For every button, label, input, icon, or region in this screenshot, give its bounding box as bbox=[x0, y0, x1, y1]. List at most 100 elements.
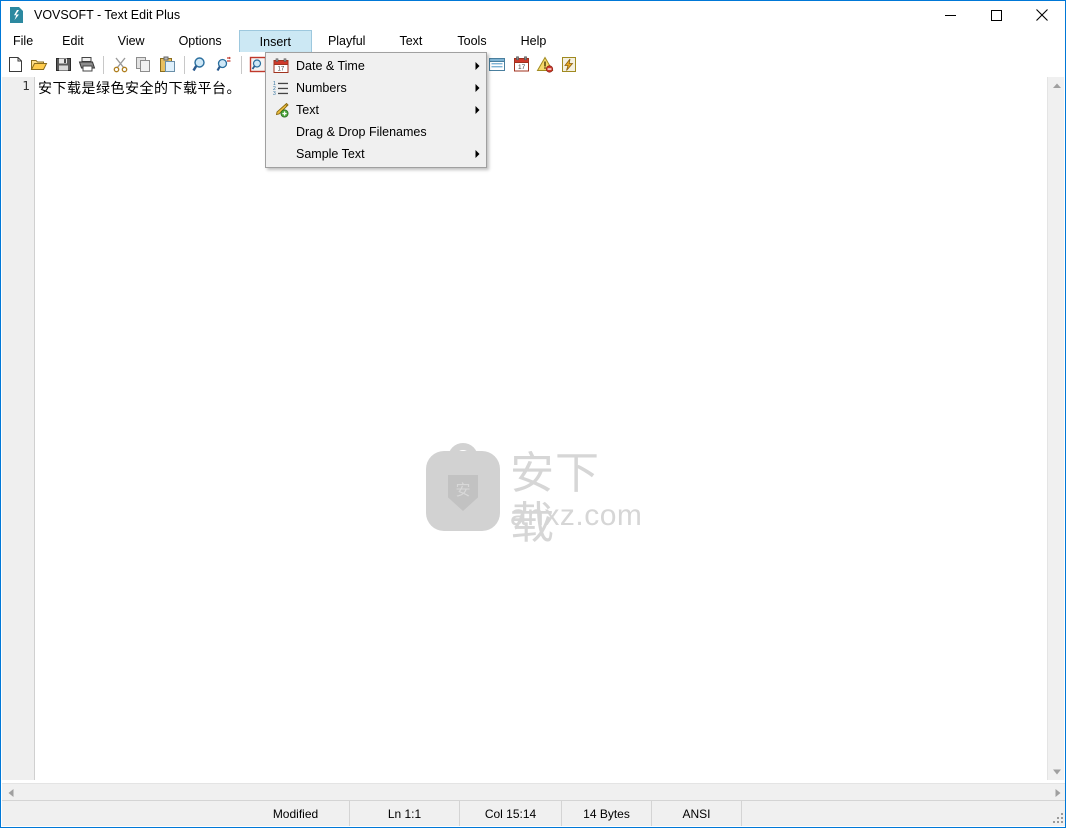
submenu-arrow-icon bbox=[468, 84, 486, 92]
watermark-chinese-text: 安下载 bbox=[510, 448, 600, 549]
svg-text:17: 17 bbox=[278, 67, 285, 73]
horizontal-scrollbar[interactable] bbox=[2, 783, 1065, 801]
toolbar: A a a A bbox=[1, 52, 1065, 77]
submenu-arrow-icon bbox=[468, 106, 486, 114]
svg-text:3: 3 bbox=[273, 91, 276, 96]
status-column: Col 15:14 bbox=[459, 801, 561, 826]
watermark-shield-icon bbox=[448, 475, 478, 511]
new-file-button[interactable] bbox=[3, 53, 27, 76]
new-file-icon bbox=[8, 57, 22, 72]
watermark-bag-handle bbox=[448, 443, 478, 469]
editor-content-line[interactable]: 安下载是绿色安全的下载平台。 bbox=[38, 78, 241, 98]
paste-button[interactable] bbox=[156, 53, 180, 76]
title-bar: VOVSOFT - Text Edit Plus bbox=[1, 1, 1065, 29]
menu-label: Tools bbox=[457, 34, 487, 48]
menu-label: Playful bbox=[327, 34, 366, 48]
menu-label: Edit bbox=[62, 34, 84, 48]
menu-label: Help bbox=[520, 34, 547, 48]
menu-label: Text bbox=[399, 34, 423, 48]
copy-button[interactable] bbox=[132, 53, 156, 76]
numbered-list-icon: 1 2 3 bbox=[266, 77, 296, 99]
menu-item-help[interactable]: Help bbox=[504, 30, 564, 52]
menu-option-label: Date & Time bbox=[296, 59, 365, 73]
save-disk-icon bbox=[55, 58, 71, 71]
menu-item-view[interactable]: View bbox=[101, 30, 162, 52]
lightning-icon bbox=[562, 57, 576, 72]
chevron-up-icon bbox=[1052, 83, 1061, 88]
submenu-arrow-icon bbox=[468, 62, 486, 70]
status-modified: Modified bbox=[272, 806, 319, 821]
open-folder-icon bbox=[30, 60, 48, 70]
line-number-gutter: 1 bbox=[2, 77, 35, 780]
resize-grip-icon[interactable] bbox=[1052, 812, 1064, 824]
no-icon bbox=[266, 143, 296, 165]
minimize-button[interactable] bbox=[927, 1, 973, 29]
menu-option-date-time[interactable]: 17 Date & Time bbox=[266, 55, 486, 77]
menu-option-numbers[interactable]: 1 2 3 Numbers bbox=[266, 77, 486, 99]
menu-item-options[interactable]: Options bbox=[162, 30, 239, 52]
watermark-domain-text: anxz.com bbox=[510, 499, 643, 532]
print-button[interactable] bbox=[75, 53, 99, 76]
menu-option-sample-text[interactable]: Sample Text bbox=[266, 143, 486, 165]
status-bar: Modified Ln 1:1 Col 15:14 14 Bytes ANSI bbox=[2, 800, 1065, 826]
find-button[interactable] bbox=[189, 53, 213, 76]
menu-item-file[interactable]: File bbox=[1, 30, 45, 52]
scroll-right-button[interactable] bbox=[1049, 784, 1065, 801]
run-script-button[interactable] bbox=[557, 53, 581, 76]
toolbar-separator-2 bbox=[184, 55, 185, 74]
menu-bar: File Edit View Options Insert Playful Te… bbox=[1, 30, 1065, 52]
watermark-shield-char: 安 bbox=[455, 481, 471, 499]
save-button[interactable] bbox=[51, 53, 75, 76]
status-line: Ln 1:1 bbox=[349, 801, 459, 826]
menu-item-text[interactable]: Text bbox=[381, 30, 440, 52]
application-window: VOVSOFT - Text Edit Plus File Edit View … bbox=[0, 0, 1066, 828]
comment-block-button[interactable] bbox=[485, 53, 509, 76]
insert-dropdown-menu: 17 Date & Time 1 2 3 Numbers Text Drag &… bbox=[265, 52, 487, 168]
no-icon bbox=[266, 121, 296, 143]
status-left-spacer bbox=[2, 801, 242, 826]
copy-icon bbox=[136, 57, 150, 72]
menu-item-edit[interactable]: Edit bbox=[45, 30, 101, 52]
search-magnifier-icon bbox=[192, 57, 205, 72]
menu-label: File bbox=[13, 34, 34, 48]
watermark-logo: 安 安下载 anxz.com bbox=[426, 443, 643, 549]
minimize-icon bbox=[944, 14, 956, 16]
menu-label: View bbox=[117, 34, 145, 48]
chevron-down-icon bbox=[1052, 769, 1061, 774]
svg-text:17: 17 bbox=[518, 64, 526, 71]
scroll-left-button[interactable] bbox=[2, 784, 19, 801]
replace-button[interactable] bbox=[213, 53, 237, 76]
window-title: VOVSOFT - Text Edit Plus bbox=[34, 8, 181, 22]
menu-option-drag-drop-filenames[interactable]: Drag & Drop Filenames bbox=[266, 121, 486, 143]
menu-option-label: Numbers bbox=[296, 81, 347, 95]
cut-button[interactable] bbox=[108, 53, 132, 76]
vertical-scrollbar[interactable] bbox=[1047, 77, 1064, 780]
scroll-down-button[interactable] bbox=[1048, 763, 1065, 780]
pencil-add-icon bbox=[266, 99, 296, 121]
status-bytes: 14 Bytes bbox=[561, 801, 651, 826]
scroll-up-button[interactable] bbox=[1048, 77, 1065, 94]
calendar-icon: 17 bbox=[513, 56, 529, 72]
menu-option-label: Text bbox=[296, 103, 319, 117]
menu-option-text[interactable]: Text bbox=[266, 99, 486, 121]
app-icon bbox=[9, 7, 25, 23]
status-encoding: ANSI bbox=[651, 801, 741, 826]
close-button[interactable] bbox=[1019, 1, 1065, 29]
text-editor-area[interactable]: 1 安下载是绿色安全的下载平台。 安 安下载 anxz.com bbox=[2, 77, 1049, 780]
calendar-icon: 17 bbox=[266, 55, 296, 77]
warning-button[interactable] bbox=[533, 53, 557, 76]
calendar-button[interactable]: 17 bbox=[509, 53, 533, 76]
paste-clipboard-icon bbox=[160, 56, 175, 72]
line-number: 1 bbox=[22, 79, 30, 93]
menu-item-tools[interactable]: Tools bbox=[440, 30, 503, 52]
submenu-arrow-icon bbox=[468, 150, 486, 158]
menu-label: Insert bbox=[259, 34, 291, 49]
maximize-button[interactable] bbox=[973, 1, 1019, 29]
menu-item-playful[interactable]: Playful bbox=[312, 30, 382, 52]
replace-magnifier-icon bbox=[216, 56, 231, 72]
menu-option-label: Sample Text bbox=[296, 147, 365, 161]
menu-item-insert[interactable]: Insert bbox=[238, 30, 312, 52]
open-file-button[interactable] bbox=[27, 53, 51, 76]
chevron-left-icon bbox=[8, 788, 13, 797]
chevron-right-icon bbox=[1055, 788, 1060, 797]
